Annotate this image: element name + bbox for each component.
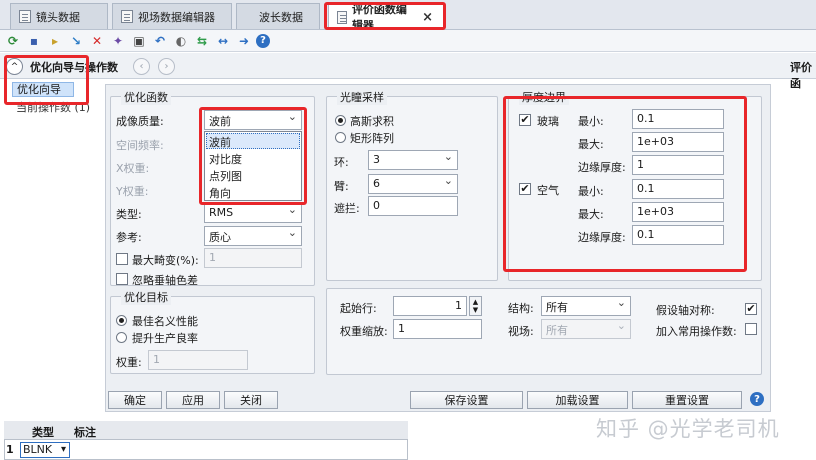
load-icon[interactable]: ▸ [46, 32, 64, 50]
group-title: 优化目标 [121, 289, 171, 305]
tab-field-data-editor[interactable]: 视场数据编辑器 [112, 3, 232, 29]
toolbar: ⟳ ▪ ▸ ↘ ✕ ✦ ▣ ↶ ◐ ⇆ ↔ ➜ ? [0, 30, 816, 52]
watermark: 知乎 @光学老司机 [596, 417, 780, 441]
row-number: 1 [6, 443, 14, 456]
type-select[interactable]: RMS [204, 203, 302, 223]
x-weight-label: X权重: [116, 162, 150, 175]
editor-title: 评价函 [790, 61, 812, 90]
target-weight-input[interactable]: 1 [148, 350, 248, 370]
rings-select[interactable]: 3 [368, 150, 458, 170]
start-row-spinner[interactable]: ▲ ▼ [469, 296, 482, 316]
group-title: 优化函数 [121, 89, 171, 105]
gauss-quadrature-radio[interactable] [335, 115, 346, 126]
tab-label: 波长数据 [259, 10, 303, 24]
arms-select[interactable]: 6 [368, 174, 458, 194]
max-distortion-label: 最大畸变(%): [132, 254, 199, 267]
apply-button[interactable]: 应用 [166, 391, 220, 409]
group-title: 光瞳采样 [337, 89, 387, 105]
arms-label: 臂: [334, 180, 349, 193]
improve-yield-radio[interactable] [116, 332, 127, 343]
image-quality-label: 成像质量: [116, 115, 164, 128]
ignore-lateral-color-checkbox[interactable] [116, 273, 128, 285]
refresh-icon[interactable]: ⟳ [4, 32, 22, 50]
column-header-comment[interactable]: 标注 [74, 424, 96, 440]
ok-button[interactable]: 确定 [108, 391, 162, 409]
ignore-lateral-color-label: 忽略垂轴色差 [132, 274, 198, 287]
rectangular-array-label: 矩形阵列 [350, 132, 394, 145]
add-common-operands-checkbox[interactable] [745, 323, 757, 335]
help-icon[interactable]: ? [750, 392, 764, 406]
reset-settings-button[interactable]: 重置设置 [632, 391, 742, 409]
tab-label: 视场数据编辑器 [138, 10, 215, 24]
rings-label: 环: [334, 156, 349, 169]
assume-symmetry-label: 假设轴对称: [656, 304, 715, 317]
load-settings-button[interactable]: 加载设置 [527, 391, 628, 409]
start-row-input[interactable]: 1 [393, 296, 467, 316]
insert-icon[interactable]: ↘ [67, 32, 85, 50]
obscuration-input[interactable]: 0 [368, 196, 458, 216]
best-nominal-radio[interactable] [116, 315, 127, 326]
highlight-box [503, 96, 747, 272]
operand-type-select[interactable]: BLNK [20, 442, 70, 458]
rectangular-array-radio[interactable] [335, 132, 346, 143]
delete-icon[interactable]: ✕ [88, 32, 106, 50]
convert-icon[interactable]: ⇆ [193, 32, 211, 50]
highlight-box [324, 2, 446, 30]
document-icon [121, 10, 133, 23]
field-select[interactable]: 所有 [541, 319, 631, 339]
improve-yield-label: 提升生产良率 [132, 332, 198, 345]
assume-symmetry-checkbox[interactable]: ✔ [745, 303, 757, 315]
best-nominal-label: 最佳名义性能 [132, 315, 198, 328]
reference-select[interactable]: 质心 [204, 226, 302, 246]
reference-label: 参考: [116, 231, 142, 244]
save-icon[interactable]: ▪ [25, 32, 43, 50]
tab-lens-data[interactable]: 镜头数据 [10, 3, 108, 29]
tab-label: 镜头数据 [36, 10, 80, 24]
document-icon [19, 10, 31, 23]
close-button[interactable]: 关闭 [224, 391, 278, 409]
spin-up-icon[interactable]: ▲ [473, 298, 478, 306]
spatial-frequency-label: 空间频率: [116, 139, 164, 152]
prev-button[interactable]: ‹ [133, 58, 150, 75]
next-button[interactable]: › [158, 58, 175, 75]
y-weight-label: Y权重: [116, 185, 149, 198]
max-distortion-input[interactable]: 1 [204, 248, 302, 268]
start-row-label: 起始行: [340, 302, 377, 315]
max-distortion-checkbox[interactable] [116, 253, 128, 265]
undo-icon[interactable]: ↶ [151, 32, 169, 50]
gauss-quadrature-label: 高斯求积 [350, 115, 394, 128]
highlight-box [199, 107, 307, 205]
save-settings-button[interactable]: 保存设置 [410, 391, 523, 409]
structure-label: 结构: [508, 302, 534, 315]
spin-down-icon[interactable]: ▼ [473, 306, 478, 314]
toggle-icon[interactable]: ◐ [172, 32, 190, 50]
arrow-right-icon[interactable]: ➜ [235, 32, 253, 50]
wizard-icon[interactable]: ✦ [109, 32, 127, 50]
field-label: 视场: [508, 325, 534, 338]
highlight-box [4, 55, 89, 105]
clear-icon[interactable]: ▣ [130, 32, 148, 50]
operand-grid-header [4, 421, 408, 440]
weight-scale-label: 权重缩放: [340, 325, 388, 338]
help-icon[interactable]: ? [256, 33, 270, 48]
type-label: 类型: [116, 208, 142, 221]
expand-icon[interactable]: ↔ [214, 32, 232, 50]
target-weight-label: 权重: [116, 356, 142, 369]
obscuration-label: 遮拦: [334, 202, 360, 215]
column-header-type[interactable]: 类型 [32, 424, 54, 440]
add-common-operands-label: 加入常用操作数: [656, 325, 737, 338]
wizard-header [0, 53, 816, 79]
weight-scale-input[interactable]: 1 [393, 319, 482, 339]
structure-select[interactable]: 所有 [541, 296, 631, 316]
tab-wavelength-data[interactable]: 波长数据 [236, 3, 320, 29]
